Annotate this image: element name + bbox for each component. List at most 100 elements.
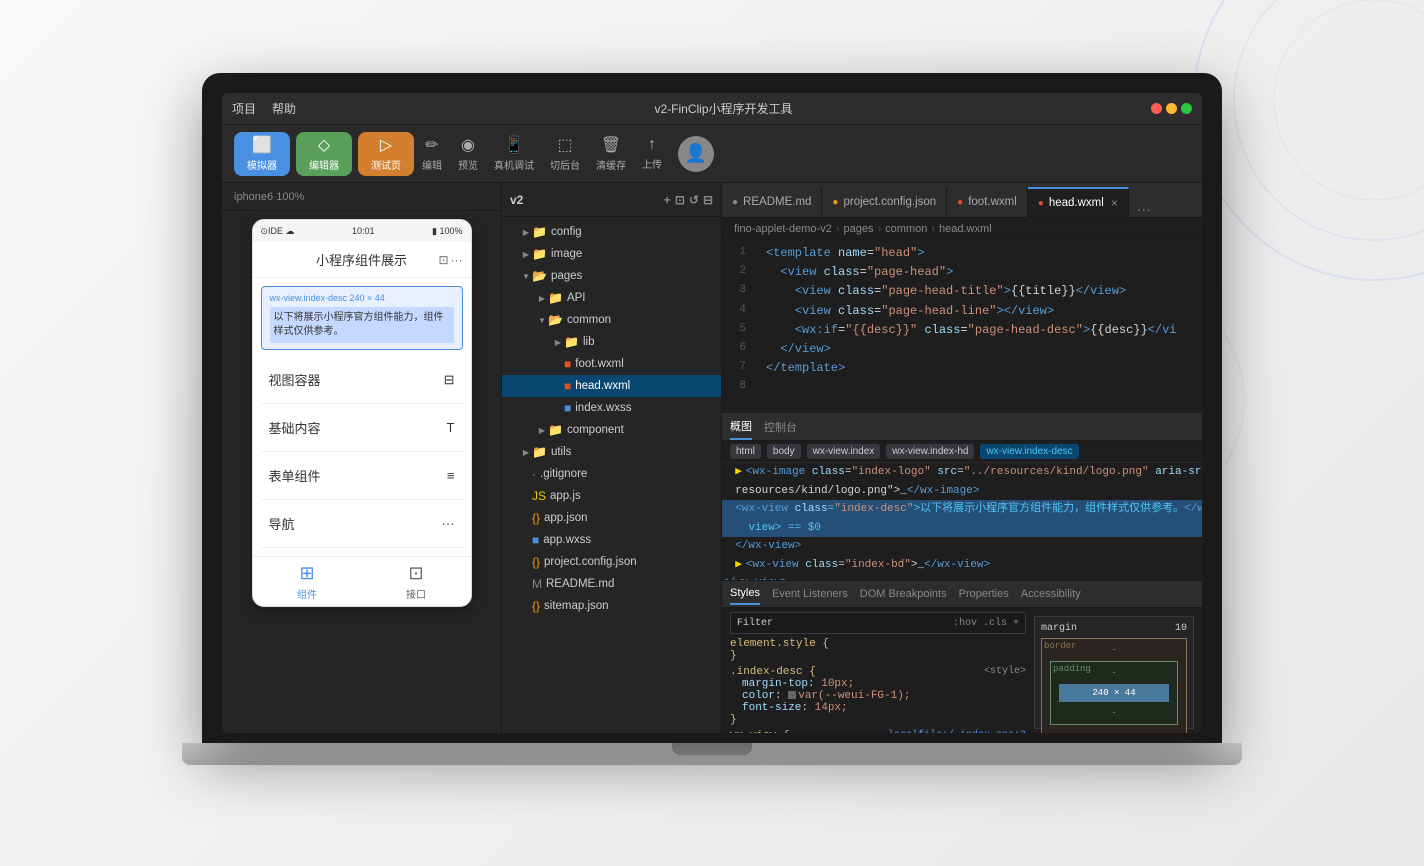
tree-item-app-js[interactable]: JS app.js [502,485,721,507]
styles-rule-header-element: element.style { [730,638,1026,650]
clear-cache-action[interactable]: 🗑 清缓存 [596,135,626,172]
tree-item-utils[interactable]: ▶ 📁 utils [502,441,721,463]
test-mode-btn[interactable]: ▷ 测试页 [358,132,414,176]
tree-item-component[interactable]: ▶ 📁 component [502,419,721,441]
menu-project[interactable]: 项目 [232,100,256,117]
styles-tab-dom-breakpoints[interactable]: DOM Breakpoints [860,584,947,604]
phone-highlight-element: wx-view.index-desc 240 × 44 以下将展示小程序官方组件… [261,286,463,350]
box-model-panel: margin 10 border - padding - [1034,616,1194,729]
phone-title: 小程序组件展示 [316,250,407,269]
phone-status-bar: ⊙IDE ☁ 10:01 ▮ 100% [253,220,471,242]
debug-tag-html[interactable]: html [730,444,761,459]
folder-common-icon: 📂 [548,313,563,327]
phone-expand-icon[interactable]: ⊡ [438,253,448,267]
breadcrumb-part-1: fino-applet-demo-v2 [734,223,832,235]
background-action[interactable]: ⬚ 切后台 [550,135,580,172]
tree-label-foot-wxml: foot.wxml [575,358,624,370]
new-folder-icon[interactable]: ⊡ [675,193,685,207]
tree-item-project-config[interactable]: {} project.config.json [502,551,721,573]
ide-container: 项目 帮助 v2-FinClip小程序开发工具 ⬜ 模拟器 [222,93,1202,733]
phone-tab-api[interactable]: ⊡ 接口 [362,557,471,606]
editor-mode-btn[interactable]: ◇ 编辑器 [296,132,352,176]
phone-menu-item-3[interactable]: 表单组件 ≡ [261,452,463,500]
tab-head-wxml-close[interactable]: × [1111,196,1118,210]
phone-menu-label-2: 基础内容 [269,418,321,437]
simulator-label: 模拟器 [247,157,277,172]
code-line-2: 2 <view class="page-head"> [722,263,1202,282]
styles-tab-accessibility[interactable]: Accessibility [1021,584,1081,604]
close-btn[interactable] [1151,103,1162,114]
edit-action[interactable]: ✏ 编辑 [422,135,442,172]
debug-tab-console[interactable]: 控制台 [764,415,797,439]
chevron-icon: ▶ [538,294,546,303]
debug-tag-wx-view-index-hd[interactable]: wx-view.index-hd [886,444,974,459]
breadcrumb-sep-2: › [878,223,882,235]
clear-cache-label: 清缓存 [596,157,626,172]
tree-item-image[interactable]: ▶ 📁 image [502,243,721,265]
tree-item-index-wxss[interactable]: ■ index.wxss [502,397,721,419]
menu-help[interactable]: 帮助 [272,100,296,117]
tab-project-config-label: project.config.json [843,196,936,208]
tree-item-api[interactable]: ▶ 📁 API [502,287,721,309]
tab-foot-wxml[interactable]: ● foot.wxml [947,187,1028,217]
phone-menu-item-1[interactable]: 视图容器 ⊟ [261,356,463,404]
tab-more-icon[interactable]: ··· [1129,201,1159,217]
tab-head-wxml-label: head.wxml [1049,197,1104,209]
tree-item-sitemap[interactable]: {} sitemap.json [502,595,721,617]
user-avatar[interactable]: 👤 [678,136,714,172]
tab-readme[interactable]: ● README.md [722,187,822,217]
device-info: iphone6 100% [234,191,304,203]
tab-readme-label: README.md [743,196,811,208]
phone-menu-item-2[interactable]: 基础内容 T [261,404,463,452]
tree-item-head-wxml[interactable]: ■ head.wxml [502,375,721,397]
styles-tab-properties[interactable]: Properties [959,584,1009,604]
tree-item-pages[interactable]: ▼ 📂 pages [502,265,721,287]
tree-item-gitignore[interactable]: · .gitignore [502,463,721,485]
tree-item-app-json[interactable]: {} app.json [502,507,721,529]
debug-tag-wx-view-index[interactable]: wx-view.index [807,444,881,459]
upload-action[interactable]: ↑ 上传 [642,136,662,171]
tree-item-readme[interactable]: M README.md [502,573,721,595]
tree-item-lib[interactable]: ▶ 📁 lib [502,331,721,353]
folder-api-icon: 📁 [548,291,563,305]
maximize-btn[interactable] [1181,103,1192,114]
tab-head-wxml[interactable]: ● head.wxml × [1028,187,1129,217]
debug-element-code[interactable]: ▶<wx-image class="index-logo" src="../re… [722,463,1202,580]
debug-tag-wx-view-index-desc[interactable]: wx-view.index-desc [980,444,1078,459]
chevron-icon: ▼ [522,272,530,281]
tree-item-config[interactable]: ▶ 📁 config [502,221,721,243]
tree-label-config: config [551,226,582,238]
phone-tab-components[interactable]: ⊞ 组件 [253,557,362,606]
styles-rule-header-index-desc: .index-desc { [730,666,816,678]
styles-tab-styles[interactable]: Styles [730,583,760,605]
tree-item-app-wxss[interactable]: ■ app.wxss [502,529,721,551]
tree-item-foot-wxml[interactable]: ■ foot.wxml [502,353,721,375]
phone-bottom-tabs: ⊞ 组件 ⊡ 接口 [253,556,471,606]
debug-line-5: </wx-view> [722,537,1202,556]
styles-source-wx-view[interactable]: localfile:/.index.css:2 [888,730,1026,733]
debug-tag-body[interactable]: body [767,444,801,459]
simulator-mode-btn[interactable]: ⬜ 模拟器 [234,132,290,176]
new-file-icon[interactable]: + [664,193,671,207]
preview-action[interactable]: ◉ 预览 [458,135,478,172]
tab-project-config[interactable]: ● project.config.json [822,187,947,217]
background-icon: ⬚ [557,135,572,155]
tree-item-common[interactable]: ▼ 📂 common [502,309,721,331]
styles-rules-panel: Filter :hov .cls + element.style { } [730,612,1026,729]
box-model-content-value: 240 × 44 [1092,688,1135,698]
styles-source-index-desc: <style> [984,666,1026,678]
minimize-btn[interactable] [1166,103,1177,114]
phone-menu-icon-4: ··· [442,516,455,531]
styles-tab-event-listeners[interactable]: Event Listeners [772,584,848,604]
collapse-all-icon[interactable]: ⊟ [703,193,713,207]
box-model-padding-bottom-value: - [1055,706,1173,720]
debug-tab-overview[interactable]: 概图 [730,414,752,440]
folder-utils-icon: 📁 [532,445,547,459]
device-debug-action[interactable]: 📱 真机调试 [494,135,534,172]
phone-menu-item-4[interactable]: 导航 ··· [261,500,463,548]
file-tree-body: ▶ 📁 config ▶ 📁 image ▼ [502,217,721,733]
code-editor[interactable]: 1 <template name="head"> 2 <view class="… [722,240,1202,413]
code-line-6: 6 </view> [722,340,1202,359]
refresh-icon[interactable]: ↺ [689,193,699,207]
phone-more-icon[interactable]: ··· [451,253,463,267]
